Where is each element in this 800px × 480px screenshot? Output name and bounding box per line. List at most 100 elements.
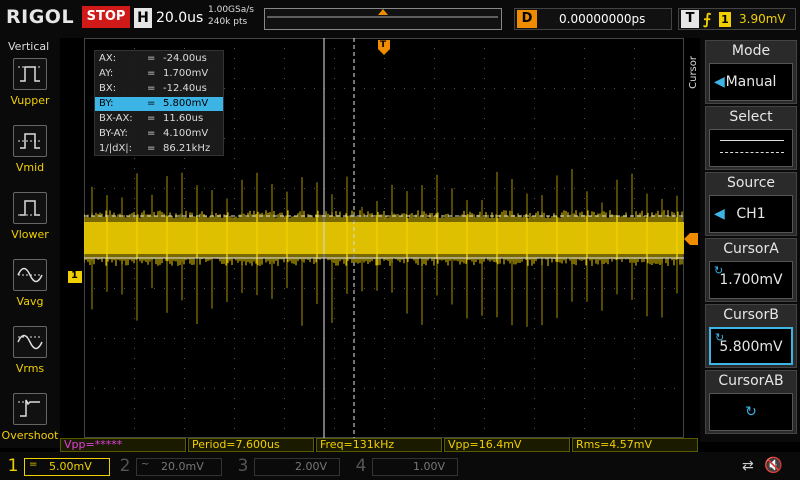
grid-dot [674, 338, 675, 339]
grid-dot [334, 58, 335, 59]
grid-dot [484, 138, 485, 139]
menu-cursor-b[interactable]: CursorB ↻ 5.800mV [705, 304, 797, 368]
grid-dot [584, 108, 585, 109]
channel-scale: 5.00mV [49, 460, 92, 473]
channel-1-status[interactable]: 1 = 5.00mV [4, 454, 112, 478]
grid-dot [384, 58, 385, 59]
grid-dot [164, 188, 165, 189]
measurement-item[interactable]: Vpp=***** [60, 438, 186, 452]
menu-cursor-a-value-box[interactable]: ↻ 1.700mV [709, 261, 793, 299]
grid-dot [234, 198, 235, 199]
grid-dot [484, 308, 485, 309]
measure-vlower[interactable]: Vlower [0, 192, 60, 241]
grid-dot [484, 378, 485, 379]
grid-dot [284, 348, 285, 349]
grid-dot [484, 88, 485, 89]
grid-dot [144, 388, 145, 389]
grid-dot [484, 58, 485, 59]
menu-source[interactable]: Source ◀ CH1 [705, 172, 797, 236]
measurement-item[interactable]: Period=7.600us [188, 438, 314, 452]
grid-dot [634, 378, 635, 379]
grid-dot [224, 338, 225, 339]
menu-cursor-a[interactable]: CursorA ↻ 1.700mV [705, 238, 797, 302]
memory-depth: 240k pts [208, 17, 248, 27]
menu-cursor-b-value-box[interactable]: ↻ 5.800mV [709, 327, 793, 365]
grid-dot [334, 388, 335, 389]
measurement-item[interactable]: Freq=131kHz [316, 438, 442, 452]
grid-dot [334, 148, 335, 149]
grid-dot [534, 268, 535, 269]
menu-source-value-box[interactable]: ◀ CH1 [709, 195, 793, 233]
speaker-mute-icon[interactable]: 🔇 [764, 456, 783, 474]
channel-2-status[interactable]: 2 ~ 20.0mV [116, 454, 224, 478]
grid-dot [384, 358, 385, 359]
grid-dot [114, 288, 115, 289]
channel-scale-box: 2.00V [254, 458, 340, 476]
measurement-item[interactable]: Vpp=16.4mV [444, 438, 570, 452]
measurement-item[interactable]: Rms=4.57mV [572, 438, 698, 452]
channel-3-status[interactable]: 3 2.00V [234, 454, 342, 478]
grid-dot [434, 408, 435, 409]
grid-dot [394, 388, 395, 389]
measure-vavg[interactable]: Vavg [0, 259, 60, 308]
grid-dot [444, 388, 445, 389]
cursor-readout-row: BY-AY: = 4.100mV [99, 128, 209, 139]
channel-scale: 2.00V [295, 460, 328, 473]
grid-dot [434, 378, 435, 379]
grid-dot [574, 188, 575, 189]
grid-dot [674, 188, 675, 189]
delay-indicator[interactable]: D 0.00000000ps [514, 8, 672, 30]
trigger-indicator[interactable]: T ⨍ 1 3.90mV [678, 8, 796, 30]
grid-dot [314, 288, 315, 289]
grid-dot [534, 188, 535, 189]
grid-dot [374, 338, 375, 339]
grid-dot [174, 188, 175, 189]
measure-overshoot[interactable]: Overshoot [0, 393, 60, 442]
channel-4-status[interactable]: 4 1.00V [352, 454, 460, 478]
menu-select-value-box[interactable] [709, 129, 793, 167]
run-stop-status[interactable]: STOP [82, 6, 130, 28]
grid-dot [484, 118, 485, 119]
menu-select[interactable]: Select [705, 106, 797, 170]
grid-dot [634, 358, 635, 359]
channel1-offset-marker[interactable]: 1 [68, 270, 82, 283]
grid-dot [264, 88, 265, 89]
timebase-value[interactable]: 20.0us [156, 10, 203, 26]
trigger-position-marker[interactable]: T [378, 40, 390, 56]
grid-dot [484, 318, 485, 319]
grid-dot [384, 408, 385, 409]
grid-dot [584, 398, 585, 399]
menu-mode-value-box[interactable]: ◀ Manual [709, 63, 793, 101]
grid-dot [284, 418, 285, 419]
grid-dot [584, 358, 585, 359]
grid-dot [284, 408, 285, 409]
grid-dot [644, 388, 645, 389]
measure-vupper[interactable]: Vupper [0, 58, 60, 107]
grid-dot [214, 188, 215, 189]
grid-dot [234, 188, 235, 189]
measure-vrms[interactable]: Vrms [0, 326, 60, 375]
grid-dot [584, 418, 585, 419]
menu-cursor-ab[interactable]: CursorAB ↻ [705, 370, 797, 434]
grid-dot [284, 48, 285, 49]
rising-edge-icon: ⨍ [703, 10, 712, 28]
grid-dot [284, 378, 285, 379]
measure-label: Vupper [10, 94, 50, 107]
grid-dot [244, 338, 245, 339]
menu-cursor-ab-value-box[interactable]: ↻ [709, 393, 793, 431]
grid-dot [454, 88, 455, 89]
grid-dot [184, 428, 185, 429]
grid-dot [374, 288, 375, 289]
measurement-vertical-panel: Vertical Vupper Vmid Vlower Vavg Vrms Ov… [0, 38, 60, 448]
grid-dot [134, 428, 135, 429]
grid-dot [664, 188, 665, 189]
grid-dot [424, 288, 425, 289]
cursor-readout-panel: AX: = -24.00us AY: = 1.700mV BX: = -12.40us BY… [94, 50, 224, 156]
trigger-level-marker[interactable] [684, 230, 698, 245]
menu-mode[interactable]: Mode ◀ Manual [705, 40, 797, 104]
grid-dot [584, 88, 585, 89]
menu-mode-value: Manual [725, 74, 777, 90]
measure-vmid[interactable]: Vmid [0, 125, 60, 174]
grid-dot [634, 328, 635, 329]
grid-dot [224, 188, 225, 189]
